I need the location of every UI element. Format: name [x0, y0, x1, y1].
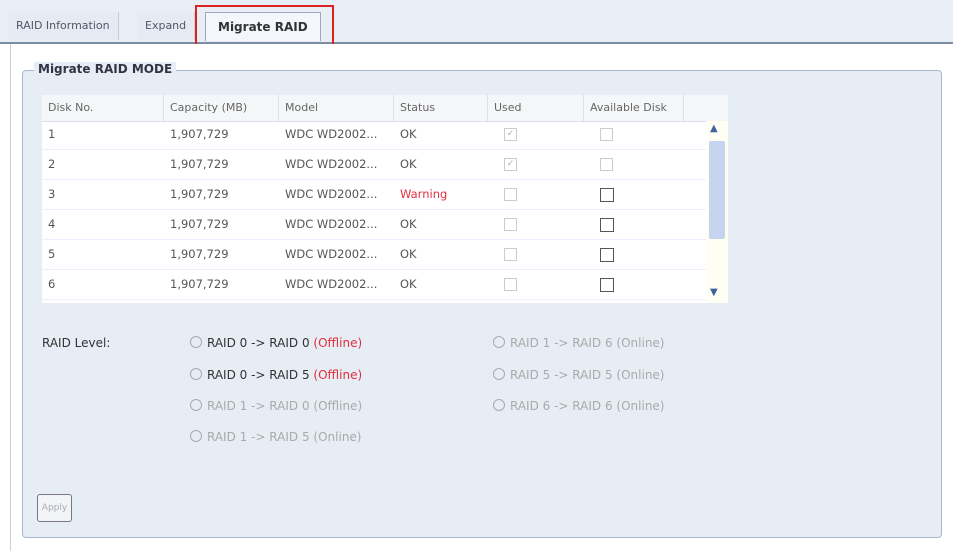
col-status[interactable]: Status [394, 95, 488, 121]
radio-icon[interactable] [190, 368, 202, 380]
capacity: 1,907,729 [170, 157, 229, 171]
col-model[interactable]: Model [279, 95, 394, 121]
available-disk-checkbox[interactable] [600, 248, 614, 262]
radio-icon[interactable] [190, 430, 202, 442]
col-used[interactable]: Used [488, 95, 584, 121]
disk-no: 1 [48, 127, 56, 141]
option-text: RAID 0 -> RAID 0 [207, 336, 310, 350]
capacity: 1,907,729 [170, 247, 229, 261]
available-disk-checkbox[interactable] [600, 158, 613, 171]
used-checkbox[interactable]: ✓ [504, 128, 517, 141]
status: Warning [400, 187, 448, 201]
raid-level-option[interactable]: RAID 6 -> RAID 6 (Online) [493, 399, 665, 413]
tab-expand[interactable]: Expand [137, 12, 196, 40]
available-disk-checkbox[interactable] [600, 128, 613, 141]
available-disk-checkbox[interactable] [600, 218, 614, 232]
disk-table: Disk No. Capacity (MB) Model Status Used… [42, 95, 728, 303]
status: OK [400, 157, 417, 171]
option-text: RAID 0 -> RAID 5 [207, 368, 310, 382]
used-checkbox[interactable] [504, 188, 517, 201]
table-row[interactable]: 6 1,907,729 WDC WD2002... OK [42, 272, 706, 300]
option-text: RAID 6 -> RAID 6 [510, 399, 613, 413]
table-row[interactable]: 3 1,907,729 WDC WD2002... Warning [42, 182, 706, 210]
used-checkbox[interactable] [504, 218, 517, 231]
table-header: Disk No. Capacity (MB) Model Status Used… [42, 95, 728, 122]
col-available-disk[interactable]: Available Disk [584, 95, 684, 121]
model: WDC WD2002... [285, 277, 378, 291]
model: WDC WD2002... [285, 127, 378, 141]
raid-level-option[interactable]: RAID 1 -> RAID 6 (Online) [493, 336, 665, 350]
raid-level-label: RAID Level: [42, 336, 111, 350]
available-disk-checkbox[interactable] [600, 188, 614, 202]
option-mode: (Online) [313, 430, 362, 444]
option-text: RAID 1 -> RAID 6 [510, 336, 613, 350]
radio-icon[interactable] [493, 399, 505, 411]
option-mode: (Offline) [313, 368, 363, 382]
section-title: Migrate RAID MODE [34, 62, 177, 76]
disk-no: 2 [48, 157, 56, 171]
available-disk-checkbox[interactable] [600, 278, 614, 292]
raid-level-option[interactable]: RAID 0 -> RAID 0 (Offline) [190, 336, 362, 350]
radio-icon[interactable] [493, 368, 505, 380]
apply-button[interactable]: Apply [37, 494, 72, 522]
radio-icon[interactable] [493, 336, 505, 348]
status: OK [400, 217, 417, 231]
disk-no: 3 [48, 187, 56, 201]
disk-no: 5 [48, 247, 56, 261]
status: OK [400, 127, 417, 141]
tab-raid-information[interactable]: RAID Information [8, 12, 119, 40]
table-row[interactable]: 2 1,907,729 WDC WD2002... OK ✓ [42, 152, 706, 180]
used-checkbox[interactable] [504, 278, 517, 291]
option-text: RAID 1 -> RAID 0 [207, 399, 310, 413]
model: WDC WD2002... [285, 217, 378, 231]
option-mode: (Online) [616, 399, 665, 413]
scroll-up-icon[interactable]: ▲ [710, 123, 718, 134]
col-disk-no[interactable]: Disk No. [42, 95, 164, 121]
tab-bar: RAID Information Expand Migrate RAID [0, 0, 953, 44]
status: OK [400, 247, 417, 261]
model: WDC WD2002... [285, 247, 378, 261]
option-text: RAID 1 -> RAID 5 [207, 430, 310, 444]
table-scrollbar[interactable]: ▲ ▼ [706, 121, 728, 303]
model: WDC WD2002... [285, 187, 378, 201]
model: WDC WD2002... [285, 157, 378, 171]
col-capacity[interactable]: Capacity (MB) [164, 95, 279, 121]
option-mode: (Online) [616, 368, 665, 382]
used-checkbox[interactable] [504, 248, 517, 261]
raid-level-option[interactable]: RAID 5 -> RAID 5 (Online) [493, 368, 665, 382]
capacity: 1,907,729 [170, 187, 229, 201]
option-mode: (Offline) [313, 399, 363, 413]
capacity: 1,907,729 [170, 217, 229, 231]
radio-icon[interactable] [190, 399, 202, 411]
option-mode: (Offline) [313, 336, 363, 350]
capacity: 1,907,729 [170, 127, 229, 141]
radio-icon[interactable] [190, 336, 202, 348]
raid-level-option[interactable]: RAID 1 -> RAID 5 (Online) [190, 430, 362, 444]
disk-no: 4 [48, 217, 56, 231]
table-row[interactable]: 4 1,907,729 WDC WD2002... OK [42, 212, 706, 240]
option-mode: (Online) [616, 336, 665, 350]
capacity: 1,907,729 [170, 277, 229, 291]
disk-no: 6 [48, 277, 56, 291]
raid-level-option[interactable]: RAID 1 -> RAID 0 (Offline) [190, 399, 362, 413]
status: OK [400, 277, 417, 291]
option-text: RAID 5 -> RAID 5 [510, 368, 613, 382]
used-checkbox[interactable]: ✓ [504, 158, 517, 171]
table-row[interactable]: 1 1,907,729 WDC WD2002... OK ✓ [42, 122, 706, 150]
scroll-down-icon[interactable]: ▼ [710, 287, 718, 298]
scrollbar-thumb[interactable] [709, 141, 725, 239]
table-row[interactable]: 5 1,907,729 WDC WD2002... OK [42, 242, 706, 270]
raid-level-option[interactable]: RAID 0 -> RAID 5 (Offline) [190, 368, 362, 382]
